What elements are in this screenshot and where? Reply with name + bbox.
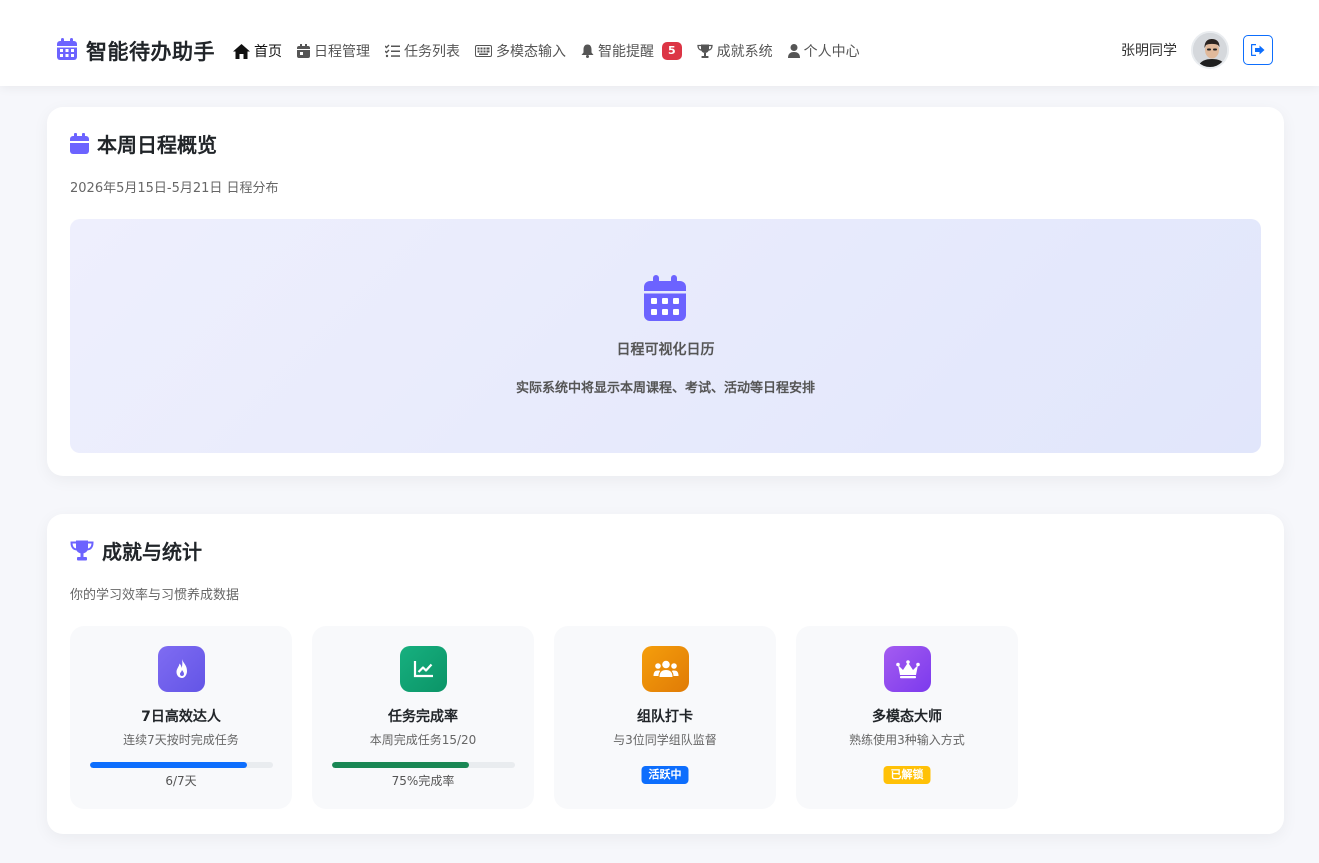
nav-item-multimodal[interactable]: 多模态输入 — [475, 41, 566, 61]
nav-item-achievements[interactable]: 成就系统 — [697, 41, 773, 61]
calendar-placeholder-desc: 实际系统中将显示本周课程、考试、活动等日程安排 — [515, 381, 815, 396]
achievement-title: 多模态大师 — [872, 709, 942, 725]
calendar-icon — [70, 133, 89, 154]
nav-item-home[interactable]: 首页 — [233, 41, 282, 61]
nav-item-label: 多模态输入 — [496, 44, 566, 60]
nav-item-reminders[interactable]: 智能提醒 5 — [581, 41, 682, 61]
trophy-icon — [697, 44, 713, 58]
calendar-icon — [56, 37, 78, 65]
notification-badge: 5 — [662, 42, 682, 60]
nav-item-profile[interactable]: 个人中心 — [787, 41, 860, 61]
nav-item-label: 成就系统 — [716, 44, 773, 60]
nav-item-label: 任务列表 — [404, 44, 460, 60]
achievements-card: 成就与统计 你的学习效率与习惯养成数据 7日高效达人 连续7天按时完成任务 6/… — [47, 514, 1284, 834]
nav-item-label: 个人中心 — [803, 44, 860, 60]
user-area: 张明同学 — [1121, 31, 1273, 69]
achievement-card[interactable]: 任务完成率 本周完成任务15/20 75%完成率 — [312, 626, 534, 809]
card-subtitle: 2026年5月15日-5月21日 日程分布 — [70, 181, 279, 196]
calendar-placeholder: 日程可视化日历 实际系统中将显示本周课程、考试、活动等日程安排 — [70, 219, 1261, 453]
achievement-desc: 与3位同学组队监督 — [613, 733, 717, 747]
card-title-text: 本周日程概览 — [97, 133, 217, 157]
keyboard-icon — [475, 45, 492, 57]
achievement-title: 组队打卡 — [637, 709, 693, 725]
calendar-placeholder-title: 日程可视化日历 — [616, 342, 715, 358]
card-title: 成就与统计 — [70, 536, 202, 565]
nav-item-label: 智能提醒 — [598, 44, 654, 60]
achievement-title: 7日高效达人 — [141, 709, 221, 725]
calendar-days-icon — [644, 275, 686, 321]
card-title: 本周日程概览 — [70, 129, 217, 158]
progress-fill — [332, 762, 470, 768]
chart-line-icon — [400, 646, 447, 692]
app-title: 智能待办助手 — [86, 40, 215, 64]
achievement-card[interactable]: 组队打卡 与3位同学组队监督 活跃中 — [554, 626, 776, 809]
nav-item-label: 日程管理 — [314, 44, 370, 60]
achievement-card[interactable]: 多模态大师 熟练使用3种输入方式 已解锁 — [796, 626, 1018, 809]
achievement-meta: 75%完成率 — [391, 774, 455, 788]
stats-row: 7日高效达人 连续7天按时完成任务 6/7天 任务完成率 本周完成任务15/20… — [70, 626, 1018, 809]
main-nav: 首页 日程管理 任务列表 多模态输入 智能提醒 5 成就系统 个人中心 — [233, 40, 875, 62]
achievement-desc: 熟练使用3种输入方式 — [849, 733, 965, 747]
status-badge: 已解锁 — [883, 766, 931, 784]
achievement-card[interactable]: 7日高效达人 连续7天按时完成任务 6/7天 — [70, 626, 292, 809]
nav-item-schedule[interactable]: 日程管理 — [297, 41, 370, 61]
user-name: 张明同学 — [1121, 43, 1177, 59]
trophy-icon — [70, 540, 94, 561]
achievement-meta: 6/7天 — [165, 774, 197, 788]
list-check-icon — [385, 44, 400, 58]
home-icon — [233, 43, 250, 59]
logout-button[interactable] — [1243, 35, 1273, 65]
card-title-text: 成就与统计 — [102, 540, 202, 564]
crown-icon — [884, 646, 931, 692]
progress-bar — [332, 762, 515, 768]
schedule-overview-card: 本周日程概览 2026年5月15日-5月21日 日程分布 日程可视化日历 实际系… — [47, 107, 1284, 476]
achievement-title: 任务完成率 — [388, 709, 458, 725]
card-subtitle: 你的学习效率与习惯养成数据 — [70, 588, 240, 603]
nav-item-label: 首页 — [254, 44, 282, 60]
avatar[interactable] — [1191, 31, 1229, 69]
fire-icon — [158, 646, 205, 692]
bell-icon — [581, 44, 594, 58]
progress-bar — [90, 762, 273, 768]
achievement-desc: 连续7天按时完成任务 — [123, 733, 239, 747]
navbar: 智能待办助手 首页 日程管理 任务列表 多模态输入 智能提醒 5 成就系统 个人… — [0, 0, 1319, 86]
achievement-desc: 本周完成任务15/20 — [369, 733, 477, 747]
status-badge: 活跃中 — [641, 766, 689, 784]
nav-item-tasks[interactable]: 任务列表 — [385, 41, 460, 61]
brand[interactable]: 智能待办助手 — [56, 36, 215, 66]
progress-fill — [90, 762, 247, 768]
user-icon — [787, 44, 800, 58]
sign-out-icon — [1251, 44, 1265, 56]
calendar-day-icon — [297, 44, 310, 58]
users-icon — [642, 646, 689, 692]
